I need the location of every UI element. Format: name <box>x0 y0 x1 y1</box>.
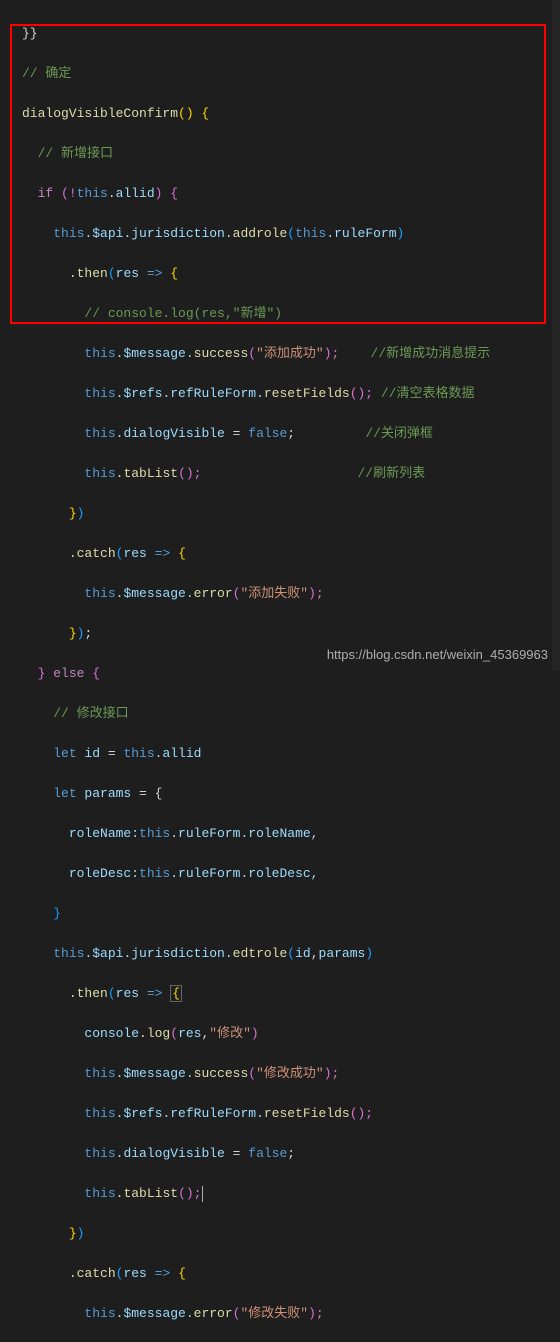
code-line: let id = this.allid <box>22 744 560 764</box>
code-line: // 修改接口 <box>22 704 560 724</box>
code-line: }} <box>22 24 560 44</box>
code-line: this.$message.error("添加失败"); <box>22 584 560 604</box>
code-line: .catch(res => { <box>22 544 560 564</box>
code-line: this.tabList(); <box>22 1184 560 1204</box>
code-line: } <box>22 904 560 924</box>
code-line: this.$message.error("修改失败"); <box>22 1304 560 1324</box>
code-editor[interactable]: }} // 确定 dialogVisibleConfirm() { // 新增接… <box>0 0 560 1342</box>
code-line: roleName:this.ruleForm.roleName, <box>22 824 560 844</box>
code-line: } else { <box>22 664 560 684</box>
code-line: let params = { <box>22 784 560 804</box>
code-line: // console.log(res,"新增") <box>22 304 560 324</box>
code-line: this.dialogVisible = false; //关闭弹框 <box>22 424 560 444</box>
code-line: dialogVisibleConfirm() { <box>22 104 560 124</box>
code-line: if (!this.allid) { <box>22 184 560 204</box>
code-line: }); <box>22 624 560 644</box>
code-line: this.$api.jurisdiction.edtrole(id,params… <box>22 944 560 964</box>
code-line: this.tabList(); //刷新列表 <box>22 464 560 484</box>
code-line: this.$refs.refRuleForm.resetFields(); <box>22 1104 560 1124</box>
code-line: }) <box>22 504 560 524</box>
minimap[interactable] <box>552 0 560 671</box>
code-line: this.dialogVisible = false; <box>22 1144 560 1164</box>
code-line: // 确定 <box>22 64 560 84</box>
code-line: this.$message.success("修改成功"); <box>22 1064 560 1084</box>
code-line: roleDesc:this.ruleForm.roleDesc, <box>22 864 560 884</box>
text-cursor <box>202 1186 203 1202</box>
watermark: https://blog.csdn.net/weixin_45369963 <box>327 645 548 665</box>
code-line: .then(res => { <box>22 984 560 1004</box>
code-line: }) <box>22 1224 560 1244</box>
code-line: .catch(res => { <box>22 1264 560 1284</box>
code-line: this.$api.jurisdiction.addrole(this.rule… <box>22 224 560 244</box>
code-line: console.log(res,"修改") <box>22 1024 560 1044</box>
code-line: this.$refs.refRuleForm.resetFields(); //… <box>22 384 560 404</box>
code-line: .then(res => { <box>22 264 560 284</box>
code-line: // 新增接口 <box>22 144 560 164</box>
code-line: this.$message.success("添加成功"); //新增成功消息提… <box>22 344 560 364</box>
